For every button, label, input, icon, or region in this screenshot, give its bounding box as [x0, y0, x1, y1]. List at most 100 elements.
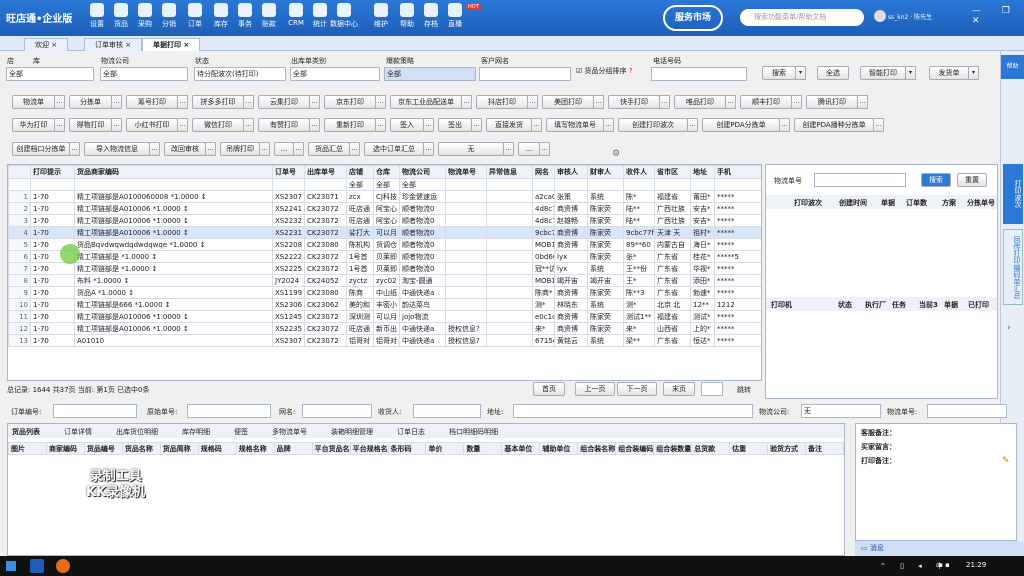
- goods-col-9[interactable]: 平台规格名称: [349, 442, 389, 455]
- panel-reset-button[interactable]: 重置: [957, 173, 987, 187]
- table-row[interactable]: 6 1-70 精工项链部是 *1.0000 ↕ XS2222 CK23072 1号首 贝莱即…: [8, 250, 761, 263]
- smart-print-dropdown[interactable]: ▾: [905, 66, 916, 80]
- table-row[interactable]: 4 1-70 精工项链部是A010006 *1.0000 ↕ XS2231 CK2307…: [8, 226, 761, 239]
- btnrow3-more-5[interactable]: …: [349, 142, 360, 156]
- table-row[interactable]: 10 1-70 精工项链部是666 *1.0000 ↕ XS2306 CK23062 美的…: [8, 298, 761, 311]
- btnrow2-button-8[interactable]: 直接发货: [486, 118, 532, 132]
- app-taskbar-icon[interactable]: [30, 559, 44, 573]
- col-filter-12[interactable]: [587, 178, 624, 191]
- col-filter-9[interactable]: [486, 178, 533, 191]
- page-jump-input[interactable]: [701, 382, 723, 396]
- btnrow1-more-0[interactable]: …: [54, 95, 65, 109]
- strategy-select[interactable]: 全部: [384, 67, 476, 81]
- goods-col-5[interactable]: 规格码: [197, 442, 237, 455]
- col-filter-7[interactable]: 全部: [399, 178, 446, 191]
- order-no-input[interactable]: [53, 404, 137, 418]
- table-row[interactable]: 1 1-70 精工项链部是A0100060008 *1.0000 ↕ XS2307 CK…: [8, 190, 761, 203]
- btnrow2-button-5[interactable]: 重新打印: [324, 118, 376, 132]
- nav-item-8[interactable]: CRM: [285, 3, 307, 27]
- col-header-1[interactable]: 打印提示: [30, 165, 75, 179]
- btnrow3-button-0[interactable]: 创建档口分拣单: [12, 142, 70, 156]
- col-filter-6[interactable]: 全部: [373, 178, 400, 191]
- btnrow1-button-9[interactable]: 快手打印: [608, 95, 660, 109]
- goods-col-13[interactable]: 基本单位: [501, 442, 541, 455]
- btnrow3-button-2[interactable]: 改回审核: [164, 142, 206, 156]
- btnrow2-more-6[interactable]: …: [423, 118, 434, 132]
- btnrow1-more-10[interactable]: …: [725, 95, 736, 109]
- select-all-button[interactable]: 全选: [817, 66, 849, 80]
- btnrow3-button-4[interactable]: ...: [274, 142, 294, 156]
- logistics-no-input[interactable]: [814, 173, 906, 187]
- btnrow1-more-3[interactable]: …: [243, 95, 254, 109]
- nav-item-1[interactable]: 货品: [110, 3, 132, 29]
- detail-tab-7[interactable]: 订单日志: [397, 427, 425, 437]
- table-row[interactable]: 9 1-70 货品A *1.0000 ↕ XS1199 CK23080 陈商 中山纸 中通快递…: [8, 286, 761, 299]
- col-filter-8[interactable]: [445, 178, 487, 191]
- settings-gear-icon[interactable]: ⚙: [612, 149, 620, 159]
- btnrow3-button-6[interactable]: 选中订单汇总: [364, 142, 424, 156]
- col-filter-16[interactable]: [714, 178, 761, 191]
- goods-col-8[interactable]: 平台货品名称: [311, 442, 351, 455]
- user-name[interactable]: ss_kn2 · 陈先生: [888, 12, 932, 21]
- table-row[interactable]: 5 1-70 货品Bqvdwqwdqdwdqwqe *1.0000 ↕ XS2208 C…: [8, 238, 761, 251]
- table-row[interactable]: 7 1-70 精工项链部是 *1.0000 ↕ XS2225 CK23072 1号首 贝莱即…: [8, 262, 761, 275]
- btnrow2-more-8[interactable]: …: [531, 118, 542, 132]
- detail-tab-6[interactable]: 装箱明细管理: [331, 427, 373, 437]
- nav-item-4[interactable]: 订单: [184, 3, 206, 29]
- btnrow1-more-9[interactable]: …: [659, 95, 670, 109]
- detail-tab-8[interactable]: 档口明细码明细: [449, 427, 498, 437]
- shop-select[interactable]: 全部: [6, 67, 94, 81]
- col-filter-11[interactable]: [554, 178, 588, 191]
- tab-document-print[interactable]: 单据打印 ×: [142, 38, 201, 51]
- help-search-input[interactable]: 搜索功能菜单/帮助文档: [740, 9, 864, 26]
- col-header-4[interactable]: 出库单号: [304, 165, 347, 179]
- goods-col-1[interactable]: 商家编码: [45, 442, 85, 455]
- chevron-right-icon[interactable]: ›: [1007, 323, 1011, 333]
- service-market-button[interactable]: 服务市场: [663, 5, 723, 31]
- last-page-button[interactable]: 末页: [663, 382, 695, 396]
- col-filter-5[interactable]: 全部: [346, 178, 374, 191]
- btnrow2-button-11[interactable]: 创建PDA分拣单: [702, 118, 780, 132]
- goods-col-17[interactable]: 组合装数量: [653, 442, 693, 455]
- buyer-name-input[interactable]: [302, 404, 372, 418]
- out-type-select[interactable]: 全部: [290, 67, 380, 81]
- btnrow1-more-11[interactable]: …: [791, 95, 802, 109]
- btnrow2-button-9[interactable]: 填写物流单号: [546, 118, 604, 132]
- nav-item-12[interactable]: 帮助: [396, 3, 418, 29]
- window-controls[interactable]: — ❐ ✕: [972, 6, 1024, 26]
- col-filter-13[interactable]: [623, 178, 655, 191]
- btnrow2-button-6[interactable]: 签入: [390, 118, 424, 132]
- col-filter-1[interactable]: [30, 178, 75, 191]
- col-header-14[interactable]: 省市区: [654, 165, 691, 179]
- btnrow2-more-3[interactable]: …: [243, 118, 254, 132]
- btnrow2-button-1[interactable]: 得物打印: [69, 118, 112, 132]
- nav-item-13[interactable]: 存档: [420, 3, 442, 29]
- btnrow2-button-4[interactable]: 有赞打印: [258, 118, 310, 132]
- btnrow3-more-8[interactable]: …: [539, 142, 550, 156]
- btnrow1-button-0[interactable]: 物流单: [12, 95, 55, 109]
- btnrow3-button-7[interactable]: 无: [438, 142, 504, 156]
- goods-col-12[interactable]: 数量: [463, 442, 503, 455]
- col-header-12[interactable]: 财审人: [587, 165, 624, 179]
- tray-app-icons[interactable]: ▪ ▪: [938, 561, 950, 569]
- detail-tab-4[interactable]: 便签: [234, 427, 248, 437]
- side-tab-return-summary[interactable]: 回传打印编码单汇总: [1003, 229, 1023, 305]
- btnrow1-more-6[interactable]: …: [461, 95, 472, 109]
- message-bar[interactable]: ▭ 消息: [855, 541, 1024, 556]
- nav-item-6[interactable]: 事务: [234, 3, 256, 29]
- goods-col-20[interactable]: 验货方式: [767, 442, 807, 455]
- btnrow3-more-0[interactable]: …: [69, 142, 80, 156]
- nav-item-2[interactable]: 采购: [134, 3, 156, 29]
- col-header-2[interactable]: 货品商家编码: [74, 165, 273, 179]
- btnrow2-more-2[interactable]: …: [177, 118, 188, 132]
- btnrow2-button-3[interactable]: 微信打印: [192, 118, 244, 132]
- btnrow1-more-1[interactable]: …: [111, 95, 122, 109]
- btnrow1-button-3[interactable]: 拼多多打印: [192, 95, 244, 109]
- btnrow3-more-2[interactable]: …: [205, 142, 216, 156]
- btnrow3-button-8[interactable]: ...: [518, 142, 540, 156]
- next-page-button[interactable]: 下一页: [617, 382, 657, 396]
- smart-print-button[interactable]: 智能打印: [860, 66, 906, 80]
- goods-col-7[interactable]: 品牌: [273, 442, 313, 455]
- col-header-11[interactable]: 审核人: [554, 165, 588, 179]
- col-header-3[interactable]: 订单号: [272, 165, 305, 179]
